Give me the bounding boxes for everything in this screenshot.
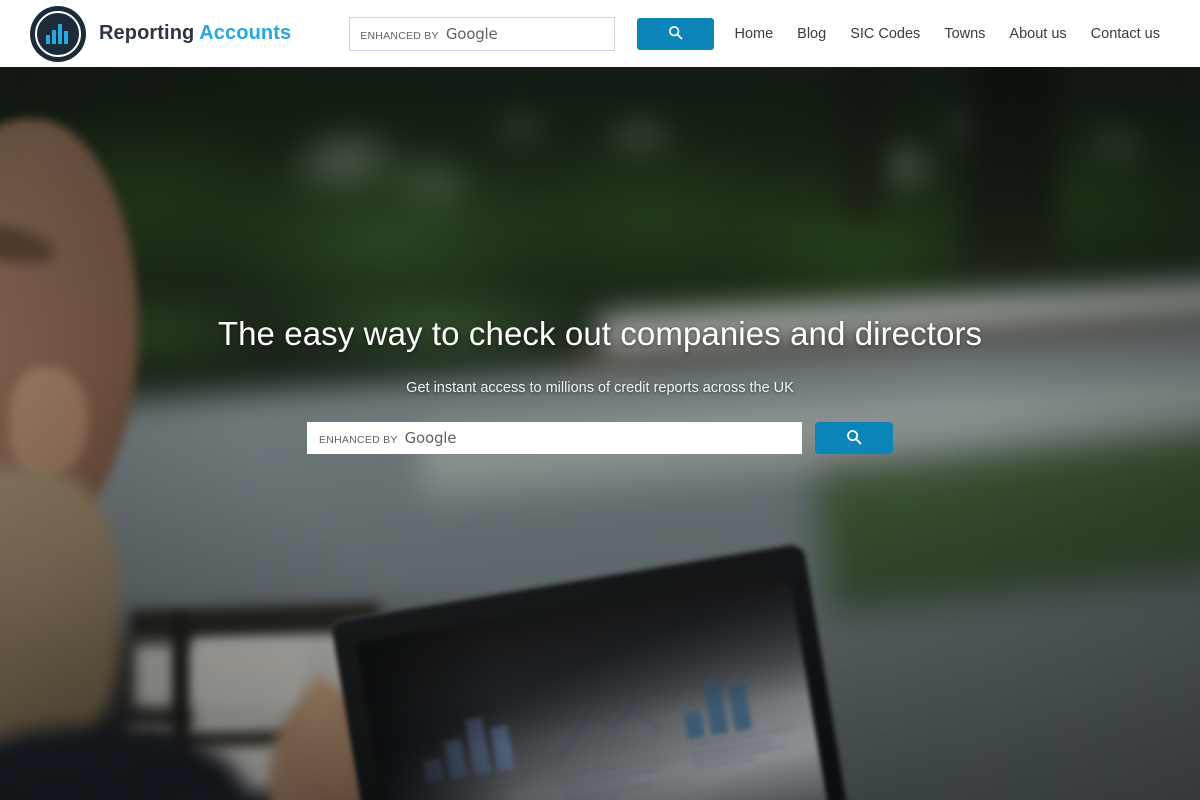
search-icon [668,25,683,43]
header-search-placeholder-brand: Google [445,24,498,43]
header-search-input[interactable]: ENHANCED BY Google [349,16,616,51]
hero-search: ENHANCED BY Google [0,422,1200,454]
hero-content: The easy way to check out companies and … [0,67,1200,454]
header-search: ENHANCED BY Google [349,16,715,51]
header-search-button[interactable] [637,17,715,50]
search-icon [846,429,862,448]
bar-chart-circle-icon [30,5,86,62]
hero-search-button[interactable] [815,422,893,454]
main-navigation: Home Blog SIC Codes Towns About us Conta… [722,20,1172,48]
google-placeholder: ENHANCED BY Google [360,24,498,43]
brand-name-word2: Accounts [199,22,292,44]
hero-search-placeholder-prefix: ENHANCED BY [319,434,398,446]
hero-search-input[interactable]: ENHANCED BY Google [307,422,802,454]
brand-name-word1: Reporting [99,22,195,44]
nav-item-blog[interactable]: Blog [785,20,838,48]
nav-item-sic-codes[interactable]: SIC Codes [838,20,932,48]
nav-item-contact-us[interactable]: Contact us [1079,20,1172,48]
site-header: Reporting Accounts ENHANCED BY Google Ho… [0,0,1200,67]
hero-search-placeholder-brand: Google [404,429,457,447]
hero-title: The easy way to check out companies and … [217,315,983,352]
brand-logo-link[interactable]: Reporting Accounts [30,5,291,62]
header-search-placeholder-prefix: ENHANCED BY [360,29,439,42]
brand-name: Reporting Accounts [99,22,291,45]
hero-subtitle: Get instant access to millions of credit… [406,380,794,396]
google-placeholder: ENHANCED BY Google [319,429,457,447]
hero-section: The easy way to check out companies and … [0,67,1200,800]
nav-item-about-us[interactable]: About us [997,20,1078,48]
nav-item-towns[interactable]: Towns [932,20,997,48]
nav-item-home[interactable]: Home [722,20,785,48]
